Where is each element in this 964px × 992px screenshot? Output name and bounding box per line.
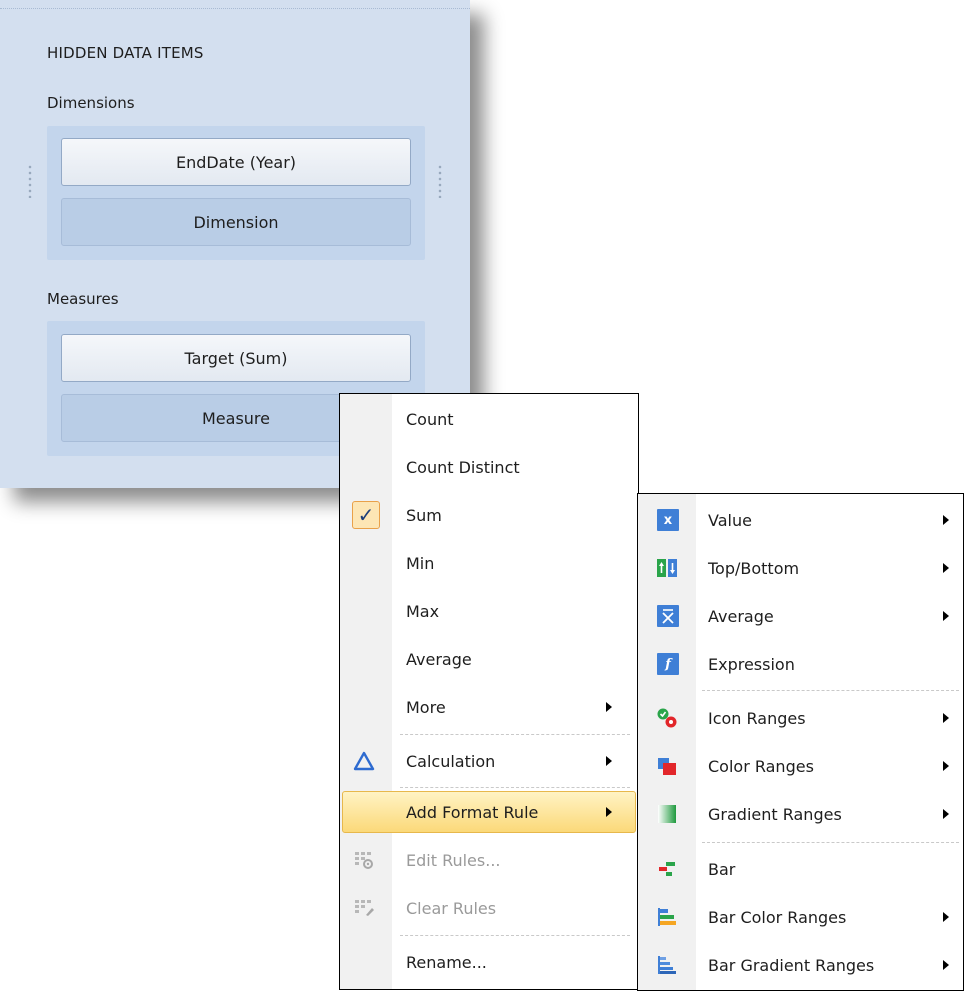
- submenu-item-bar[interactable]: Bar: [638, 846, 963, 892]
- menu-item-label: Max: [406, 601, 440, 621]
- menu-separator: [400, 935, 630, 936]
- menu-item-label: Count: [406, 409, 454, 429]
- delta-icon: [353, 750, 375, 772]
- dimensions-label: Dimensions: [47, 94, 135, 112]
- submenu-item-average[interactable]: Average: [638, 593, 963, 639]
- menu-item-calculation[interactable]: Calculation: [340, 738, 638, 784]
- submenu-separator: [702, 690, 959, 691]
- submenu-arrow-icon: [943, 515, 949, 525]
- submenu-item-expression[interactable]: f Expression: [638, 641, 963, 687]
- submenu-item-top-bottom[interactable]: Top/Bottom: [638, 545, 963, 591]
- dimensions-group: EndDate (Year) Dimension: [47, 126, 425, 260]
- format-rule-submenu: x Value Top/Bottom Average f Expression: [637, 493, 964, 991]
- average-icon: [657, 605, 679, 627]
- submenu-item-label: Value: [708, 510, 752, 530]
- top-bottom-icon: [656, 557, 678, 579]
- submenu-item-color-ranges[interactable]: Color Ranges: [638, 743, 963, 789]
- value-icon: x: [657, 509, 679, 531]
- submenu-item-gradient-ranges[interactable]: Gradient Ranges: [638, 791, 963, 837]
- submenu-item-label: Gradient Ranges: [708, 804, 842, 824]
- panel-top-divider: [0, 8, 470, 9]
- submenu-item-label: Top/Bottom: [708, 558, 800, 578]
- menu-item-edit-rules[interactable]: Edit Rules...: [340, 837, 638, 883]
- left-drag-handle[interactable]: [28, 164, 32, 198]
- menu-item-min[interactable]: Min: [340, 540, 638, 586]
- menu-item-label: Add Format Rule: [406, 802, 539, 822]
- menu-item-clear-rules[interactable]: Clear Rules: [340, 885, 638, 931]
- gradient-ranges-icon: [656, 803, 678, 825]
- bar-icon: [656, 858, 678, 880]
- submenu-arrow-icon: [943, 960, 949, 970]
- menu-item-label: Calculation: [406, 751, 496, 771]
- submenu-arrow-icon: [943, 611, 949, 621]
- menu-item-sum[interactable]: ✓ Sum: [340, 492, 638, 538]
- submenu-item-bar-gradient-ranges[interactable]: Bar Gradient Ranges: [638, 942, 963, 988]
- submenu-item-label: Expression: [708, 654, 795, 674]
- submenu-separator: [702, 842, 959, 843]
- menu-item-rename[interactable]: Rename...: [340, 939, 638, 985]
- submenu-arrow-icon: [943, 713, 949, 723]
- menu-item-more[interactable]: More: [340, 684, 638, 730]
- menu-item-label: Sum: [406, 505, 442, 525]
- menu-item-count[interactable]: Count: [340, 396, 638, 442]
- submenu-item-label: Average: [708, 606, 774, 626]
- menu-item-label: Count Distinct: [406, 457, 520, 477]
- menu-item-label: Rename...: [406, 952, 487, 972]
- submenu-arrow-icon: [943, 761, 949, 771]
- submenu-item-label: Bar Gradient Ranges: [708, 955, 875, 975]
- submenu-item-value[interactable]: x Value: [638, 497, 963, 543]
- icon-ranges-icon: [656, 707, 678, 729]
- expression-icon: f: [657, 653, 679, 675]
- panel-title: HIDDEN DATA ITEMS: [47, 44, 204, 62]
- menu-item-label: Min: [406, 553, 435, 573]
- bar-gradient-ranges-icon: [656, 954, 678, 976]
- measures-label: Measures: [47, 290, 119, 308]
- right-drag-handle[interactable]: [438, 164, 442, 198]
- clear-rules-icon: [353, 897, 375, 919]
- menu-item-label: Average: [406, 649, 472, 669]
- menu-item-label: More: [406, 697, 446, 717]
- measure-item-target[interactable]: Target (Sum): [61, 334, 411, 382]
- menu-separator: [400, 787, 630, 788]
- bar-color-ranges-icon: [656, 906, 678, 928]
- menu-item-label: Edit Rules...: [406, 850, 501, 870]
- submenu-arrow-icon: [943, 912, 949, 922]
- measure-context-menu: Count Count Distinct ✓ Sum Min Max Avera…: [339, 393, 639, 990]
- color-ranges-icon: [656, 755, 678, 777]
- submenu-item-label: Bar Color Ranges: [708, 907, 847, 927]
- edit-rules-icon: [353, 849, 375, 871]
- menu-item-average[interactable]: Average: [340, 636, 638, 682]
- submenu-arrow-icon: [606, 702, 612, 712]
- menu-item-add-format-rule[interactable]: Add Format Rule: [340, 789, 638, 835]
- submenu-item-bar-color-ranges[interactable]: Bar Color Ranges: [638, 894, 963, 940]
- submenu-arrow-icon: [943, 809, 949, 819]
- dimension-placeholder[interactable]: Dimension: [61, 198, 411, 246]
- menu-item-count-distinct[interactable]: Count Distinct: [340, 444, 638, 490]
- submenu-arrow-icon: [606, 756, 612, 766]
- submenu-item-icon-ranges[interactable]: Icon Ranges: [638, 695, 963, 741]
- dimension-item-enddate[interactable]: EndDate (Year): [61, 138, 411, 186]
- menu-separator: [400, 734, 630, 735]
- menu-item-max[interactable]: Max: [340, 588, 638, 634]
- submenu-arrow-icon: [606, 807, 612, 817]
- submenu-item-label: Bar: [708, 859, 736, 879]
- submenu-arrow-icon: [943, 563, 949, 573]
- menu-item-label: Clear Rules: [406, 898, 497, 918]
- submenu-item-label: Color Ranges: [708, 756, 814, 776]
- submenu-item-label: Icon Ranges: [708, 708, 806, 728]
- checkmark-icon: ✓: [352, 501, 380, 529]
